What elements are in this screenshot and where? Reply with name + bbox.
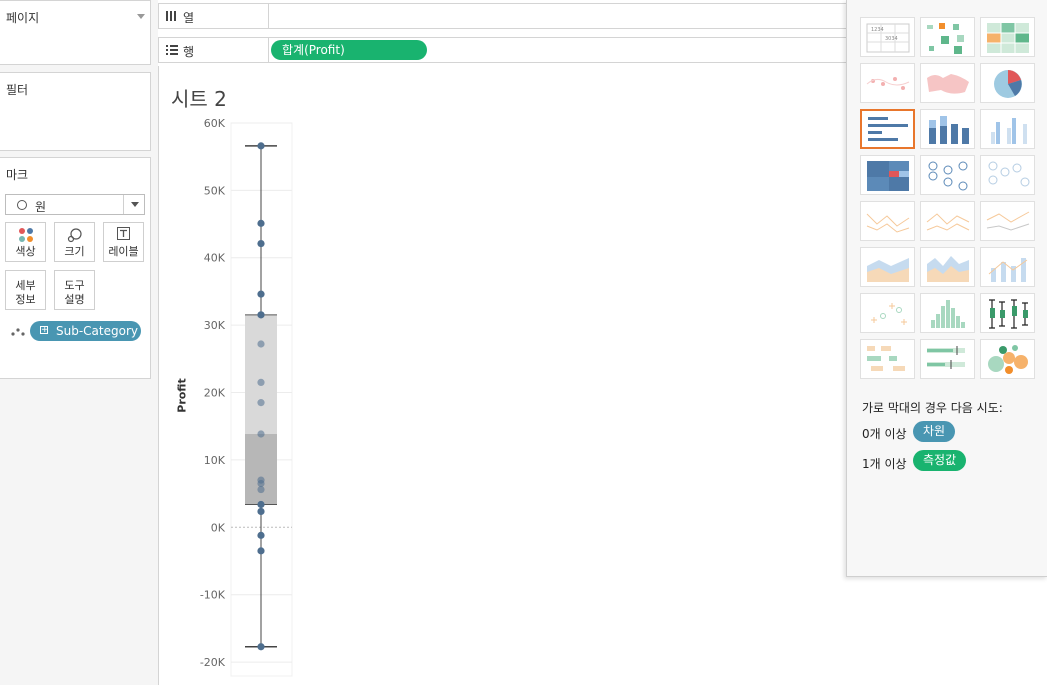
text-label-icon (117, 227, 130, 240)
show-me-box-whisker-icon[interactable] (980, 293, 1035, 333)
detail-button-label-2: 정보 (15, 293, 36, 306)
rows-shelf-label: 행 (159, 38, 269, 62)
box-plot-chart[interactable]: 60K 50K 40K 30K 20K 10K 0K -10K -20K (159, 66, 319, 685)
show-me-side-by-side-circles-icon[interactable] (980, 155, 1035, 195)
data-point (257, 430, 265, 438)
data-point (257, 311, 265, 319)
box-lower-half (245, 434, 277, 505)
sub-category-pill-label: Sub-Category (56, 324, 138, 338)
circle-mark-icon (17, 200, 27, 210)
data-point (257, 500, 265, 509)
show-me-bullet-graph-icon[interactable] (920, 339, 975, 379)
show-me-packed-bubbles-icon[interactable] (980, 339, 1035, 379)
show-me-panel: 1234 3034 가로 막대의 경우 다음 시도: 0개 이상 차원 1개 이상… (846, 0, 1047, 577)
sub-category-pill[interactable]: + Sub-Category (30, 321, 141, 341)
pages-title: 페이지 (6, 11, 40, 25)
data-point (257, 290, 265, 298)
show-me-pie-chart-icon[interactable] (980, 63, 1035, 103)
label-button-label: 레이블 (108, 245, 139, 258)
detail-button[interactable]: 세부 정보 (5, 270, 46, 310)
columns-shelf-label: 열 (159, 4, 269, 28)
show-me-area-continuous-icon[interactable] (860, 247, 915, 287)
data-point (257, 507, 265, 516)
size-icon (67, 228, 82, 243)
y-tick-label: 20K (204, 387, 226, 400)
label-button[interactable]: 레이블 (103, 222, 144, 262)
data-point (257, 340, 265, 348)
show-me-stacked-bars-icon[interactable] (920, 109, 975, 149)
data-point (257, 142, 265, 150)
columns-icon (166, 11, 176, 21)
data-point (257, 531, 265, 539)
show-me-line-continuous-icon[interactable] (860, 201, 915, 241)
marks-card: 마크 원 색상 크기 레이블 세부 정보 도구 설명 + Sub-Categor… (0, 157, 151, 379)
show-me-area-discrete-icon[interactable] (920, 247, 975, 287)
divider (123, 195, 124, 214)
show-me-text-table-icon[interactable]: 1234 3034 (860, 17, 915, 57)
show-me-scatter-plot-icon[interactable] (860, 293, 915, 333)
show-me-heat-map-icon[interactable] (920, 17, 975, 57)
data-point (257, 399, 265, 407)
filters-title: 필터 (6, 83, 29, 97)
show-me-highlight-table-icon[interactable] (980, 17, 1035, 57)
box-upper-half (245, 314, 277, 435)
y-tick-label: 30K (204, 319, 226, 332)
show-me-filled-map-icon[interactable] (920, 63, 975, 103)
size-button[interactable]: 크기 (54, 222, 95, 262)
show-me-hint-title: 가로 막대의 경우 다음 시도: (862, 401, 1003, 415)
data-point (257, 643, 265, 651)
svg-text:3034: 3034 (885, 36, 898, 42)
viz-area: 시트 2 Profit 60K 50K 40K 30K 20K 10K 0K -10K -20K (158, 66, 849, 685)
size-button-label: 크기 (64, 245, 85, 258)
profit-sum-pill[interactable]: 합계(Profit) (271, 40, 427, 60)
marks-title: 마크 (6, 168, 29, 182)
mark-type-dropdown[interactable]: 원 (5, 194, 145, 215)
columns-label: 열 (183, 11, 195, 25)
color-button-label: 색상 (15, 245, 36, 258)
show-me-dual-lines-icon[interactable] (980, 201, 1035, 241)
color-button[interactable]: 색상 (5, 222, 46, 262)
chevron-down-icon[interactable] (131, 202, 139, 207)
show-me-line-discrete-icon[interactable] (920, 201, 975, 241)
color-palette-icon (19, 228, 33, 242)
measure-pill: 측정값 (913, 450, 967, 471)
y-tick-label: -10K (200, 589, 226, 602)
tooltip-button-label-2: 설명 (64, 293, 85, 306)
y-tick-label: 10K (204, 454, 226, 467)
tooltip-button[interactable]: 도구 설명 (54, 270, 95, 310)
data-point (257, 547, 265, 555)
plus-box-icon: + (40, 325, 49, 335)
data-point (257, 219, 265, 227)
dimension-requirement: 0개 이상 (862, 427, 907, 441)
show-me-dual-combination-icon[interactable] (980, 247, 1035, 287)
y-tick-label: -20K (200, 656, 226, 669)
show-me-treemap-icon[interactable] (860, 155, 915, 195)
show-me-gantt-chart-icon[interactable] (860, 339, 915, 379)
show-me-symbol-map-icon[interactable] (860, 63, 915, 103)
data-point (257, 378, 265, 387)
profit-sum-pill-label: 합계(Profit) (282, 43, 345, 57)
show-me-histogram-icon[interactable] (920, 293, 975, 333)
pages-card[interactable]: 페이지 (0, 0, 151, 65)
measure-requirement: 1개 이상 (862, 457, 907, 471)
y-tick-label: 60K (204, 117, 226, 130)
data-point (257, 239, 265, 248)
filters-card[interactable]: 필터 (0, 72, 151, 151)
data-point (257, 485, 265, 494)
rows-shelf[interactable]: 행 합계(Profit) (158, 37, 848, 63)
show-me-horizontal-bars-icon[interactable] (860, 109, 915, 149)
rows-label: 행 (183, 45, 195, 59)
y-tick-label: 0K (211, 521, 226, 534)
svg-text:1234: 1234 (871, 27, 884, 33)
dimension-pill: 차원 (913, 421, 956, 442)
y-tick-label: 50K (204, 184, 226, 197)
mark-type-label: 원 (35, 200, 47, 214)
rows-icon (166, 45, 178, 55)
columns-shelf[interactable]: 열 (158, 3, 848, 29)
show-me-side-by-side-bars-icon[interactable] (980, 109, 1035, 149)
detail-dots-icon (11, 328, 25, 336)
y-tick-label: 40K (204, 252, 226, 265)
show-me-circle-views-icon[interactable] (920, 155, 975, 195)
chevron-down-icon[interactable] (137, 14, 145, 19)
